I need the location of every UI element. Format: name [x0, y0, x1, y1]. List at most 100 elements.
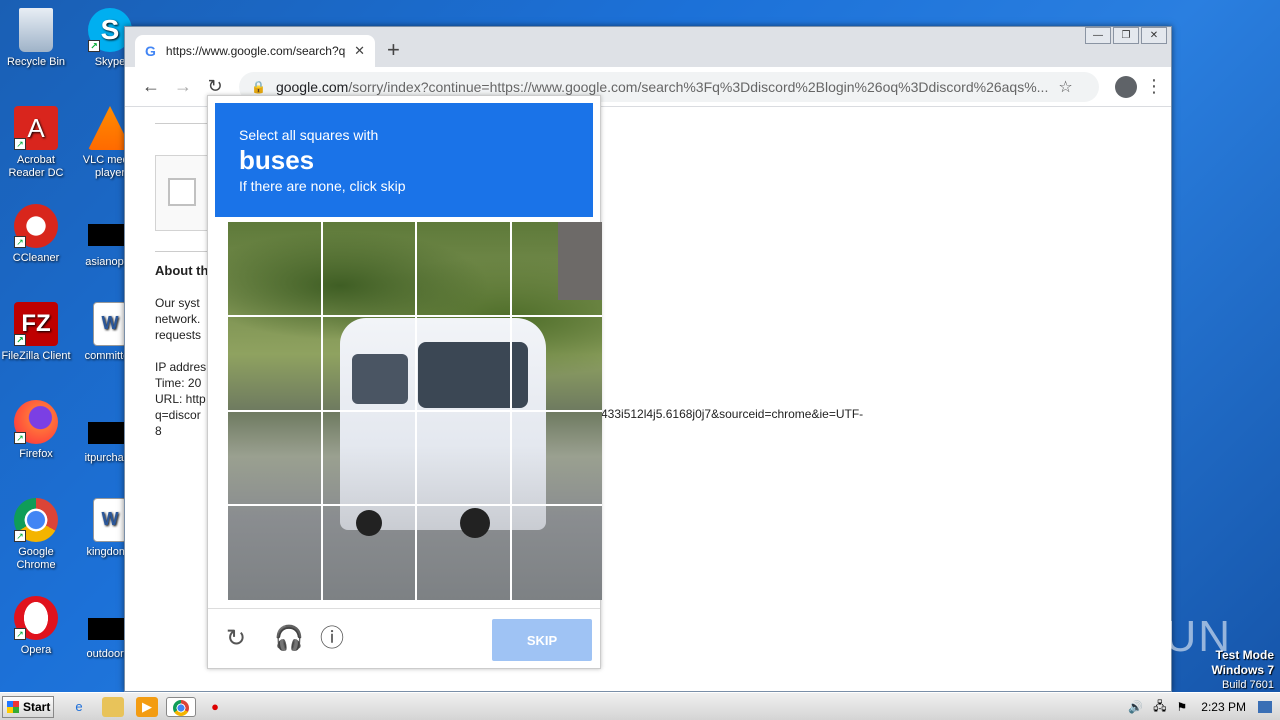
- clock[interactable]: 2:23 PM: [1201, 700, 1246, 714]
- audio-challenge-icon[interactable]: 🎧: [274, 627, 304, 651]
- bus-wheel: [460, 508, 490, 538]
- url-domain: google.com: [275, 78, 349, 95]
- desktop-icon-label: Opera: [20, 644, 52, 656]
- about-heading: About th: [155, 263, 209, 278]
- firefox-icon: ↗: [14, 400, 58, 444]
- forward-button[interactable]: →: [167, 76, 199, 97]
- reload-captcha-icon[interactable]: ↻: [226, 627, 246, 651]
- captcha-header: Select all squares with buses If there a…: [215, 103, 593, 217]
- recaptcha-widget: [155, 155, 215, 231]
- volume-icon[interactable]: 🔊: [1128, 700, 1143, 714]
- text-line: Our syst: [155, 296, 200, 310]
- desktop-icon-label: CCleaner: [12, 252, 60, 264]
- maximize-button[interactable]: ❐: [1113, 27, 1139, 44]
- url-path: /sorry/index?continue=https://www.google…: [348, 78, 1049, 95]
- ie-icon[interactable]: e: [68, 697, 90, 717]
- file-icon: [88, 618, 124, 640]
- captcha-image-grid[interactable]: [228, 222, 602, 600]
- close-tab-icon[interactable]: ✕: [354, 43, 365, 59]
- menu-icon[interactable]: ⋮: [1145, 76, 1163, 97]
- text-line: URL: http: [155, 392, 206, 406]
- desktop-icon-firefox[interactable]: ↗ Firefox: [0, 400, 72, 461]
- start-label: Start: [23, 700, 51, 714]
- chrome-icon: ↗: [14, 498, 58, 542]
- windows-logo-icon: [7, 701, 19, 713]
- text-line: requests: [155, 328, 202, 342]
- action-center-flag-icon[interactable]: ⚑: [1177, 700, 1188, 714]
- file-icon: [88, 224, 124, 246]
- anyrun-watermark: ANY RUN: [1020, 612, 1232, 661]
- captcha-footer: ↻ 🎧 ⓘ SKIP: [208, 608, 600, 670]
- page-content: About th Our syst network. requests IP a…: [125, 95, 1171, 693]
- opera-icon: ↗: [14, 596, 58, 640]
- tab-title: https://www.google.com/search?q=: [165, 44, 347, 58]
- start-button[interactable]: Start: [2, 696, 54, 718]
- word-doc-icon: W: [93, 498, 127, 542]
- new-tab-button[interactable]: +: [387, 39, 400, 61]
- media-player-icon[interactable]: ▶: [136, 697, 158, 717]
- desktop-icon-filezilla[interactable]: FZ ↗ FileZilla Client: [0, 302, 72, 363]
- lock-icon[interactable]: 🔒: [251, 80, 266, 94]
- grid-image-sign: [558, 222, 602, 300]
- desktop-icon-acrobat[interactable]: A ↗ Acrobat Reader DC: [0, 106, 72, 180]
- ccleaner-icon: ↗: [14, 204, 58, 248]
- captcha-challenge: Select all squares with buses If there a…: [207, 95, 602, 670]
- taskbar: Start e ▶ ● 🔊 🖧 ⚑ 2:23 PM: [0, 692, 1280, 720]
- bus-side-window: [352, 354, 408, 404]
- desktop-icon-label: FileZilla Client: [1, 350, 71, 362]
- bookmark-star-icon[interactable]: ☆: [1058, 77, 1072, 97]
- desktop-icon-label: Google Chrome: [16, 546, 56, 571]
- reload-button[interactable]: ↻: [199, 76, 231, 97]
- back-button[interactable]: ←: [135, 76, 167, 97]
- text-line: q=discor: [155, 408, 201, 422]
- opera-taskbar-icon[interactable]: ●: [204, 697, 226, 717]
- desktop-icon-label: Firefox: [19, 448, 53, 460]
- desktop-icon-opera[interactable]: ↗ Opera: [0, 596, 72, 657]
- test-mode-notice: Test Mode Windows 7 Build 7601: [1211, 648, 1274, 692]
- grid-line: [228, 315, 602, 317]
- desktop-icon-label: Skype: [94, 56, 126, 68]
- google-favicon-icon: G: [145, 43, 156, 59]
- skip-button[interactable]: SKIP: [492, 619, 592, 661]
- show-desktop-button[interactable]: [1258, 701, 1272, 713]
- desktop-icon-ccleaner[interactable]: ↗ CCleaner: [0, 204, 72, 265]
- text-line: IP addres: [155, 360, 207, 374]
- window-controls: — ❐ ✕: [1083, 27, 1167, 44]
- recaptcha-checkbox[interactable]: [168, 178, 196, 206]
- bus-wheel: [356, 510, 382, 536]
- captcha-target: buses: [239, 145, 315, 175]
- url-tail-text: 433i512l4j5.6168j0j7&sourceid=chrome&ie=…: [601, 407, 864, 421]
- chrome-taskbar-icon[interactable]: [166, 697, 196, 717]
- info-icon[interactable]: ⓘ: [320, 627, 344, 651]
- close-window-button[interactable]: ✕: [1141, 27, 1167, 44]
- text-line: Time: 20: [155, 376, 202, 390]
- desktop-icon-recycle-bin[interactable]: Recycle Bin: [0, 8, 72, 69]
- title-bar: G https://www.google.com/search?q= ✕ + —…: [125, 27, 1171, 67]
- explorer-icon[interactable]: [102, 697, 124, 717]
- acrobat-icon: A ↗: [14, 106, 58, 150]
- details-paragraph: IP addres Time: 20 URL: http q=discor 8: [155, 359, 206, 439]
- test-mode-line: Test Mode: [1215, 648, 1274, 662]
- desktop-icon-label: Recycle Bin: [6, 56, 66, 68]
- word-doc-icon: W: [93, 302, 127, 346]
- grid-image-bus: [340, 318, 546, 538]
- network-icon[interactable]: 🖧: [1153, 697, 1166, 718]
- grid-line: [228, 410, 602, 412]
- explanation-paragraph: Our syst network. requests: [155, 295, 201, 343]
- recycle-bin-icon: [19, 8, 53, 52]
- filezilla-icon: FZ ↗: [14, 302, 58, 346]
- system-tray: 🔊 🖧 ⚑ 2:23 PM: [1128, 693, 1280, 720]
- browser-window: G https://www.google.com/search?q= ✕ + —…: [124, 26, 1172, 692]
- account-avatar[interactable]: [1115, 75, 1137, 98]
- browser-tab[interactable]: G https://www.google.com/search?q= ✕: [135, 35, 375, 67]
- desktop-icon-chrome[interactable]: ↗ Google Chrome: [0, 498, 72, 572]
- captcha-hint: If there are none, click skip: [239, 178, 406, 194]
- windows-version-line: Windows 7: [1211, 663, 1274, 677]
- divider: [155, 251, 215, 252]
- captcha-instruction: Select all squares with: [239, 127, 379, 143]
- build-line: Build 7601: [1222, 679, 1274, 691]
- grid-line: [228, 504, 602, 506]
- text-line: network.: [155, 312, 201, 326]
- text-line: 8: [155, 424, 162, 438]
- minimize-button[interactable]: —: [1085, 27, 1111, 44]
